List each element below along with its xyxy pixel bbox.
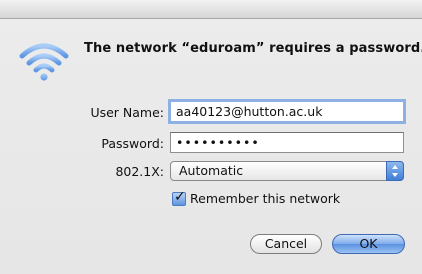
dialog-top-edge xyxy=(0,0,422,19)
password-label: Password: xyxy=(101,136,164,151)
cancel-button[interactable]: Cancel xyxy=(250,234,322,254)
remember-network-label[interactable]: Remember this network xyxy=(190,191,340,206)
checkmark-icon: ✓ xyxy=(174,189,186,205)
eap-label: 802.1X: xyxy=(115,164,164,179)
wifi-icon xyxy=(19,43,69,81)
password-field[interactable]: •••••••••• xyxy=(170,132,404,153)
remember-network-checkbox[interactable]: ✓ xyxy=(172,189,186,206)
wifi-password-dialog: The network “eduroam” requires a passwor… xyxy=(0,0,422,274)
dialog-title: The network “eduroam” requires a passwor… xyxy=(84,41,422,56)
ok-button[interactable]: OK xyxy=(332,234,405,254)
username-field[interactable]: aa40123@hutton.ac.uk xyxy=(168,99,406,124)
updown-arrows-icon xyxy=(386,161,404,181)
eap-selected-value: Automatic xyxy=(179,163,244,178)
eap-select[interactable]: Automatic xyxy=(170,161,404,181)
username-label: User Name: xyxy=(90,105,164,120)
